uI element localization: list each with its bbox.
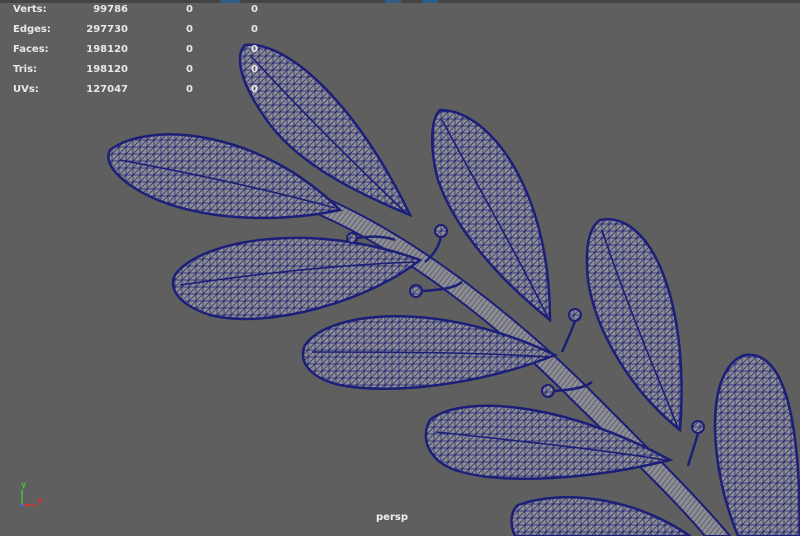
hud-label: Faces: [13, 44, 49, 55]
axis-y-label: y [21, 480, 27, 489]
bud [409, 284, 423, 298]
plant-wireframe-mesh[interactable] [0, 0, 800, 536]
leaf [510, 496, 693, 536]
bud [691, 420, 705, 434]
hud-total: 198120 [86, 64, 128, 75]
bud [346, 232, 358, 244]
hud-selected: 0 [186, 44, 193, 55]
camera-name-label: persp [376, 512, 408, 523]
hud-total: 99786 [93, 4, 128, 15]
hud-selected: 0 [186, 24, 193, 35]
bud [568, 308, 582, 322]
leaf [171, 236, 423, 321]
hud-component: 0 [251, 4, 258, 15]
axis-icon [20, 490, 36, 507]
leaf [713, 353, 800, 536]
hud-component: 0 [251, 84, 258, 95]
leaf [585, 218, 683, 433]
hud-total: 127047 [86, 84, 128, 95]
maya-viewport[interactable]: Verts: 99786 0 0 Edges: 297730 0 0 Faces… [0, 0, 800, 536]
view-axis-gizmo: y x [12, 480, 52, 514]
hud-selected: 0 [186, 84, 193, 95]
bud [434, 224, 448, 238]
hud-component: 0 [251, 24, 258, 35]
axis-x-label: x [37, 496, 43, 505]
hud-label: Tris: [13, 64, 38, 75]
leaf [424, 404, 674, 480]
hud-label: Edges: [13, 24, 51, 35]
hud-total: 297730 [86, 24, 128, 35]
hud-selected: 0 [186, 4, 193, 15]
hud-component: 0 [251, 44, 258, 55]
hud-component: 0 [251, 64, 258, 75]
hud-selected: 0 [186, 64, 193, 75]
bud [541, 384, 555, 398]
hud-total: 198120 [86, 44, 128, 55]
hud-label: Verts: [13, 4, 47, 15]
hud-label: UVs: [13, 84, 39, 95]
